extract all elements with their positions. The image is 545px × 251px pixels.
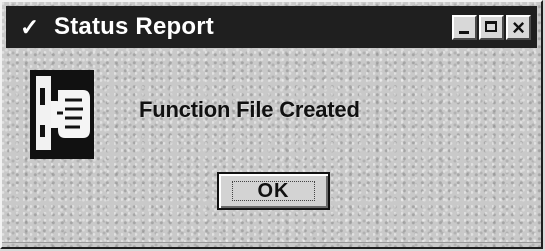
- window-controls: ×: [452, 14, 531, 40]
- minimize-icon: [459, 30, 469, 34]
- check-icon: ✓: [20, 13, 40, 40]
- window-bottom-edge: [2, 242, 541, 243]
- close-icon: ×: [512, 14, 525, 40]
- close-button[interactable]: ×: [506, 14, 531, 40]
- status-report-dialog: ✓ Status Report × Function File Created: [0, 0, 543, 249]
- title-bar[interactable]: ✓ Status Report ×: [6, 6, 537, 48]
- ok-button-label: OK: [257, 179, 290, 202]
- maximize-button[interactable]: [479, 14, 504, 40]
- ok-button[interactable]: OK: [217, 172, 330, 210]
- document-report-icon: [28, 68, 96, 161]
- minimize-button[interactable]: [452, 14, 477, 40]
- status-message: Function File Created: [139, 97, 360, 122]
- maximize-icon: [485, 20, 497, 32]
- window-title: Status Report: [54, 13, 214, 40]
